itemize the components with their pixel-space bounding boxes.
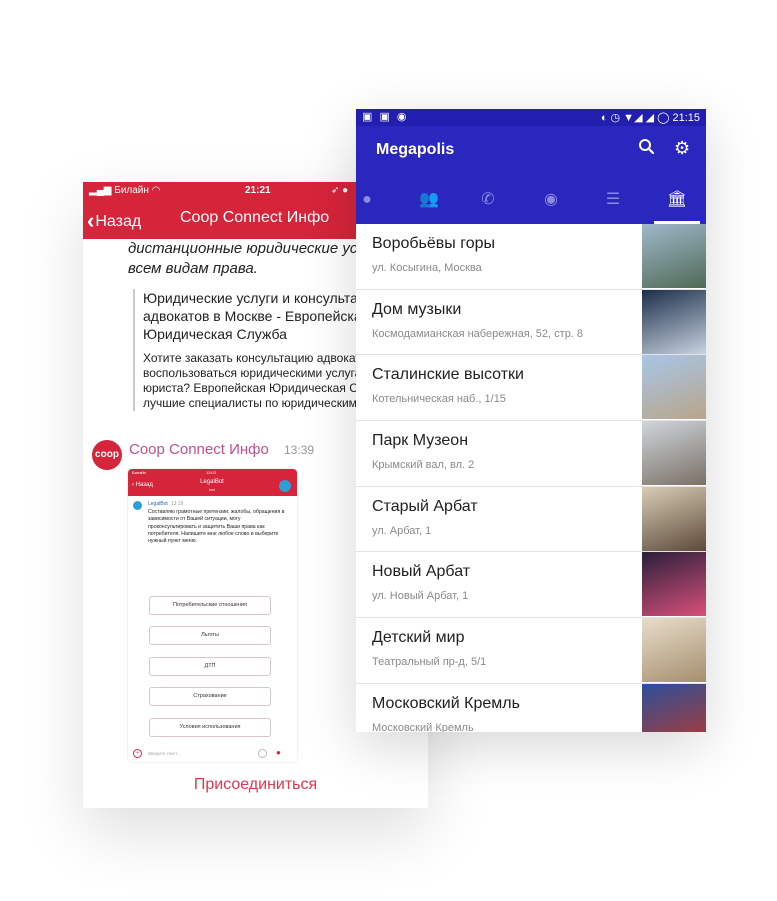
place-thumbnail — [642, 486, 706, 551]
back-label: Назад — [95, 213, 142, 230]
list-icon: ☰ — [605, 191, 621, 208]
tab-explore[interactable]: ◉ — [522, 176, 580, 224]
back-button[interactable]: ‹Назад — [87, 208, 141, 234]
android-megapolis-screen: ▣ ▣ ◉ ◐ ◷ ▼◢ ◢ ◯ 21:15 Megapolis ⚙ ● 👥 ✆… — [356, 109, 706, 732]
places-list: Воробьёвы горы ул. Косыгина, Москва Дом му… — [356, 224, 706, 732]
place-item[interactable]: Новый Арбат ул. Новый Арбат, 1 — [356, 552, 706, 619]
carrier-label: ▂▄▆ Билайн ◠ — [89, 185, 161, 196]
search-icon[interactable] — [638, 137, 656, 157]
museum-icon: 🏛 — [666, 191, 688, 208]
tab-bar: ● 👥 ✆ ◉ ☰ 🏛 — [356, 176, 706, 224]
place-item[interactable]: Детский мир Театральный пр-д, 5/1 — [356, 618, 706, 684]
tab-chat[interactable]: ● — [356, 176, 396, 224]
place-address: ул. Новый Арбат, 1 — [372, 590, 469, 603]
people-icon: 👥 — [419, 191, 439, 208]
mini-time: 13:03 — [206, 470, 217, 475]
place-title: Новый Арбат — [372, 563, 471, 581]
join-button[interactable]: Присоединиться — [83, 776, 428, 794]
plus-icon: + — [133, 749, 142, 758]
place-address: Театральный пр-д, 5/1 — [372, 656, 487, 669]
app-title: Megapolis — [376, 141, 455, 158]
phone-icon: ✆ — [481, 191, 495, 208]
compass-icon: ◉ — [544, 191, 558, 208]
place-title: Московский Кремль — [372, 694, 520, 712]
place-item[interactable]: Парк Музеон Крымский вал, вл. 2 — [356, 421, 706, 487]
android-status-bar: ▣ ▣ ◉ ◐ ◷ ▼◢ ◢ ◯ 21:15 — [356, 109, 706, 126]
place-title: Детский мир — [372, 629, 465, 647]
mini-status-bar: Билайн 13:03 — [128, 469, 297, 476]
place-thumbnail — [642, 618, 706, 683]
place-title: Старый Арбат — [372, 497, 478, 515]
place-title: Воробьёвы горы — [372, 235, 495, 252]
place-item[interactable]: Сталинские высотки Котельническая наб., 1… — [356, 355, 706, 422]
menu-button-benefits: Льготы — [149, 626, 271, 645]
place-thumbnail — [642, 355, 706, 420]
embedded-screenshot[interactable]: Билайн 13:03 ‹ Назад LegalBot bot LegalB… — [128, 469, 297, 762]
mini-input-placeholder: Введите текст... — [148, 751, 181, 756]
menu-button-insurance: Страхование — [149, 687, 271, 706]
message-sender[interactable]: Coop Connect Инфо — [129, 441, 269, 458]
mini-title: LegalBot bot — [200, 479, 224, 492]
app-bar: Megapolis ⚙ — [356, 126, 706, 176]
chevron-left-icon: ‹ — [87, 208, 95, 233]
emoji-icon — [258, 749, 267, 758]
place-address: Московский Кремль — [372, 721, 474, 732]
menu-button-accident: ДТП — [149, 657, 271, 676]
status-icons: ◐ ◷ ▼◢ ◢ ◯ 21:15 — [600, 112, 700, 124]
place-thumbnail — [642, 552, 706, 617]
place-item[interactable]: Старый Арбат ул. Арбат, 1 — [356, 486, 706, 553]
place-title: Парк Музеон — [372, 432, 469, 450]
tab-people[interactable]: 👥 — [400, 176, 458, 224]
place-address: ул. Арбат, 1 — [372, 524, 432, 537]
place-title: Сталинские высотки — [372, 366, 524, 384]
avatar[interactable]: coop — [92, 440, 122, 470]
tab-sights[interactable]: 🏛 — [648, 176, 706, 224]
place-thumbnail — [642, 421, 706, 486]
mini-avatar — [279, 480, 291, 492]
place-address: Космодамианская набережная, 52, стр. 8 — [372, 327, 584, 340]
menu-button-terms: Условия использования — [149, 718, 271, 737]
gear-icon[interactable]: ⚙ — [674, 138, 690, 158]
menu-button-consumer: Потребительские отношения — [149, 596, 271, 615]
mini-nav-bar: ‹ Назад LegalBot bot — [128, 476, 297, 496]
place-item[interactable]: Дом музыки Космодамианская набережная, 52… — [356, 289, 706, 356]
place-address: ул. Косыгина, Москва — [372, 262, 482, 274]
channel-title: Coop Connect Инфо — [180, 209, 330, 226]
place-item[interactable]: Воробьёвы горы ул. Косыгина, Москва — [356, 224, 706, 290]
place-item[interactable]: Московский Кремль Московский Кремль — [356, 683, 706, 732]
mini-input-bar: + Введите текст... ● — [128, 747, 297, 762]
status-time: 21:21 — [245, 185, 271, 196]
place-thumbnail — [642, 683, 706, 732]
place-title: Дом музыки — [372, 300, 462, 318]
notification-icons: ▣ ▣ ◉ — [362, 111, 409, 123]
place-address: Крымский вал, вл. 2 — [372, 459, 475, 472]
bot-name: LegalBot 13:19 — [148, 501, 184, 507]
chat-icon: ● — [362, 191, 372, 208]
place-thumbnail — [642, 289, 706, 354]
bot-avatar — [133, 501, 142, 510]
tab-phone[interactable]: ✆ — [459, 176, 517, 224]
tab-list[interactable]: ☰ — [584, 176, 642, 224]
status-time: 21:15 — [672, 112, 700, 124]
place-address: Котельническая наб., 1/15 — [372, 393, 506, 406]
place-thumbnail — [642, 224, 706, 288]
mic-icon: ● — [276, 748, 281, 757]
location-icon: ➶ ● — [331, 185, 349, 196]
message-time: 13:39 — [284, 443, 315, 457]
mini-back-button: ‹ Назад — [132, 482, 153, 488]
bot-text: Составляю грамотные претензии, жалобы, о… — [148, 509, 285, 545]
mini-carrier: Билайн — [132, 470, 146, 475]
